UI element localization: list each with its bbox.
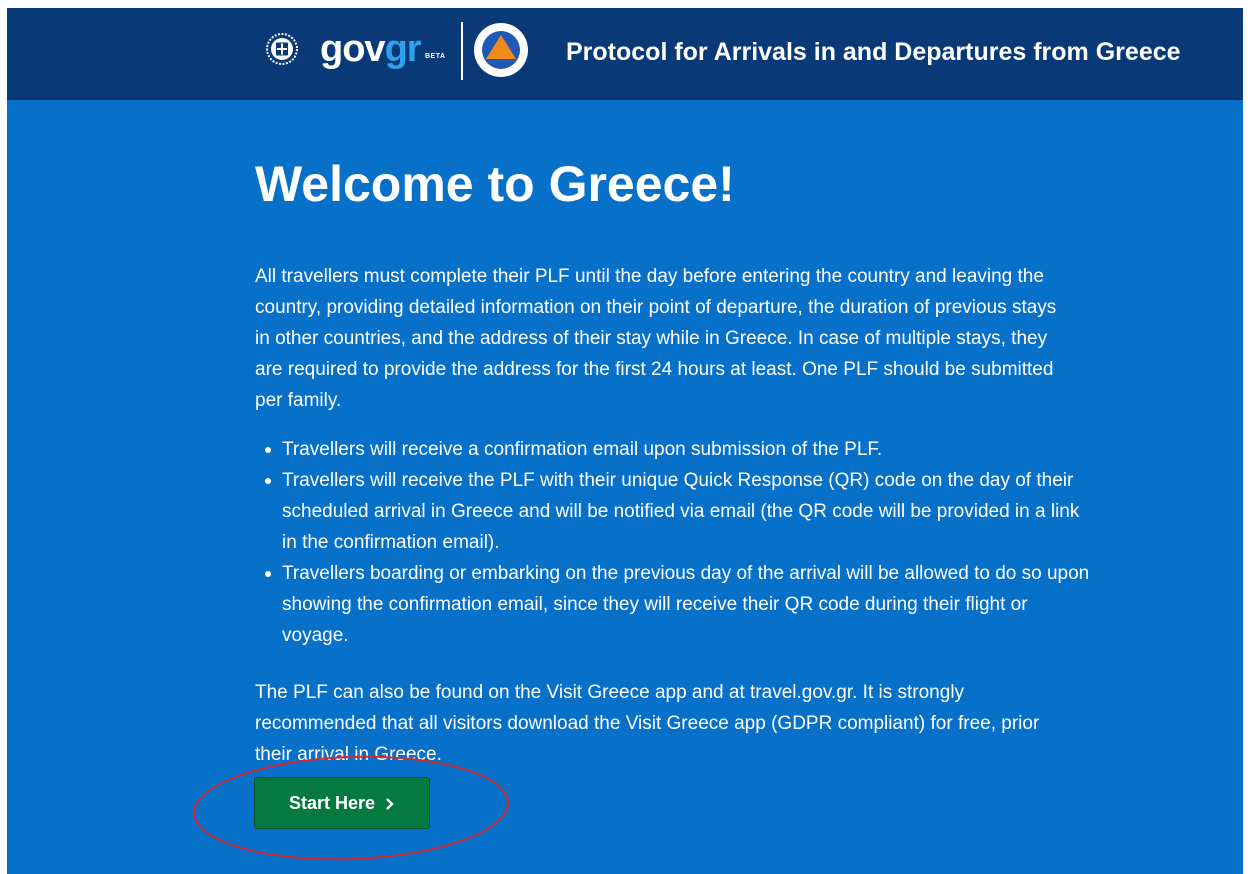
site-header: govgr BETA Protocol for Arrivals in and … <box>7 8 1243 100</box>
intro-paragraph: All travellers must complete their PLF u… <box>255 266 1057 411</box>
header-title: Protocol for Arrivals in and Departures … <box>566 38 1181 66</box>
info-list: Travellers will receive a confirmation e… <box>255 434 1092 651</box>
page-title: Welcome to Greece! <box>255 156 735 212</box>
civil-protection-emblem-icon <box>474 23 528 77</box>
start-button-label: Start Here <box>288 792 376 813</box>
list-item: Travellers boarding or embarking on the … <box>265 558 1092 651</box>
greek-coat-of-arms-icon <box>266 33 298 65</box>
logo-divider <box>461 22 463 80</box>
outro-paragraph: The PLF can also be found on the Visit G… <box>255 682 1040 765</box>
beta-badge: BETA <box>425 53 446 60</box>
start-here-button[interactable]: Start Here <box>254 777 430 829</box>
page-frame: govgr BETA Protocol for Arrivals in and … <box>7 8 1243 874</box>
logo-gr-text: gr <box>384 28 422 70</box>
govgr-logo[interactable]: govgr <box>320 28 422 70</box>
chevron-right-icon <box>386 798 394 810</box>
list-item: Travellers will receive a confirmation e… <box>265 434 1092 465</box>
logo-gov-text: gov <box>320 28 386 70</box>
list-item: Travellers will receive the PLF with the… <box>265 465 1092 558</box>
